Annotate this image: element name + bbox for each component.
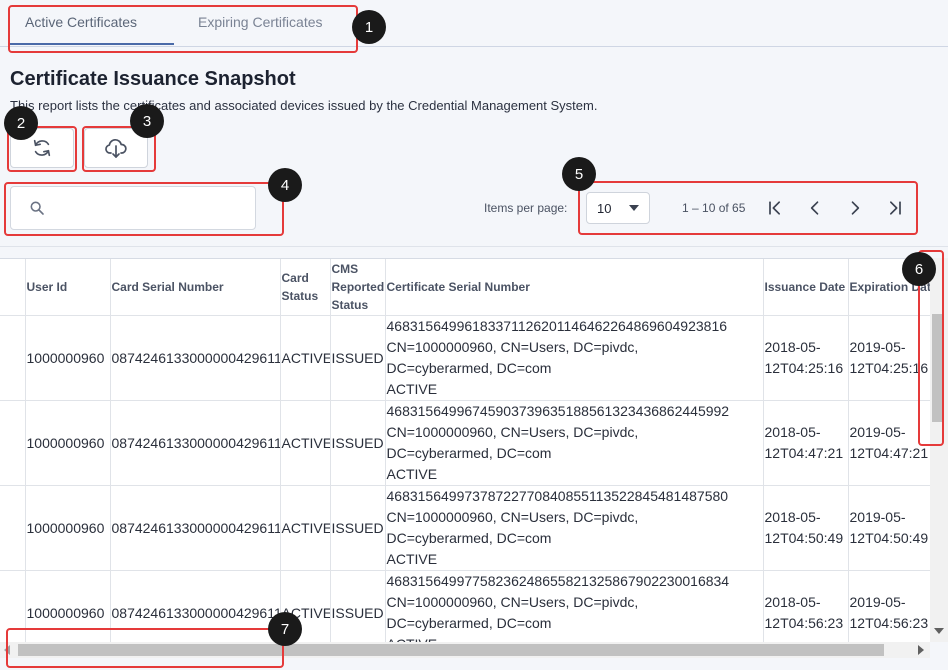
callout-badge-6: 6 bbox=[902, 252, 936, 286]
column-header-issuance-date[interactable]: Issuance Date bbox=[763, 259, 849, 316]
row-spacer bbox=[0, 315, 26, 401]
cert-serial-number: 4683156499674590373963518856132343686244… bbox=[386, 403, 730, 419]
issuance-date-line1: 2018-05- bbox=[764, 509, 821, 525]
divider bbox=[0, 246, 948, 247]
cert-serial-number: 4683156499737872277084085511352284548148… bbox=[386, 488, 729, 504]
callout-badge-2: 2 bbox=[4, 106, 38, 140]
row-spacer bbox=[0, 259, 26, 316]
table-row[interactable]: 1000000960 0874246133000000429611 ACTIVE… bbox=[0, 315, 930, 401]
expiration-date-line2: 12T04:47:21 bbox=[849, 445, 929, 461]
cert-subject: CN=1000000960, CN=Users, DC=pivdc, bbox=[386, 424, 639, 440]
cell-issuance-date: 2018-05- 12T04:56:23 bbox=[763, 570, 849, 643]
cert-subject-line2: DC=cyberarmed, DC=com bbox=[386, 530, 552, 546]
callout-box-4 bbox=[4, 182, 284, 236]
row-spacer bbox=[0, 485, 26, 571]
issuance-date-line2: 12T04:25:16 bbox=[764, 360, 844, 376]
callout-box-7 bbox=[6, 628, 284, 668]
column-header-card-serial[interactable]: Card Serial Number bbox=[110, 259, 281, 316]
expiration-date-line2: 12T04:56:23 bbox=[849, 615, 929, 631]
cert-subject: CN=1000000960, CN=Users, DC=pivdc, bbox=[386, 509, 639, 525]
cell-card-serial: 0874246133000000429611 bbox=[110, 315, 281, 401]
cert-serial-number: 4683156499775823624865582132586790223001… bbox=[386, 573, 730, 589]
callout-badge-7: 7 bbox=[268, 612, 302, 646]
cert-subject-line2: DC=cyberarmed, DC=com bbox=[386, 615, 552, 631]
callout-badge-4: 4 bbox=[268, 168, 302, 202]
cell-card-status: ACTIVE bbox=[280, 485, 331, 571]
issuance-date-line2: 12T04:56:23 bbox=[764, 615, 844, 631]
certificate-table-container: User Id Card Serial Number Card Status C… bbox=[0, 258, 930, 643]
certificate-table: User Id Card Serial Number Card Status C… bbox=[0, 259, 930, 643]
cell-cms-status: ISSUED bbox=[330, 485, 386, 571]
callout-box-1 bbox=[8, 5, 358, 53]
page-title: Certificate Issuance Snapshot bbox=[10, 68, 296, 90]
issuance-date-line1: 2018-05- bbox=[764, 424, 821, 440]
scroll-down-arrow-icon[interactable] bbox=[934, 628, 944, 634]
cell-cms-status: ISSUED bbox=[330, 570, 386, 643]
callout-badge-1: 1 bbox=[352, 10, 386, 44]
cell-card-status: ACTIVE bbox=[280, 400, 331, 486]
expiration-date-line1: 2019-05- bbox=[849, 509, 906, 525]
cert-subject-line2: DC=cyberarmed, DC=com bbox=[386, 360, 552, 376]
cell-user-id: 1000000960 bbox=[25, 315, 111, 401]
cell-issuance-date: 2018-05- 12T04:25:16 bbox=[763, 315, 849, 401]
expiration-date-line2: 12T04:50:49 bbox=[849, 530, 929, 546]
expiration-date-line1: 2019-05- bbox=[849, 594, 906, 610]
cell-user-id: 1000000960 bbox=[25, 400, 111, 486]
cell-user-id: 1000000960 bbox=[25, 485, 111, 571]
cell-cms-status: ISSUED bbox=[330, 400, 386, 486]
issuance-date-line2: 12T04:50:49 bbox=[764, 530, 844, 546]
cell-cert-serial: 4683156499618337112620114646226486960492… bbox=[385, 315, 764, 401]
callout-badge-3: 3 bbox=[130, 104, 164, 138]
column-header-cert-serial[interactable]: Certificate Serial Number bbox=[385, 259, 764, 316]
issuance-date-line1: 2018-05- bbox=[764, 594, 821, 610]
callout-box-5 bbox=[578, 181, 918, 235]
table-row[interactable]: 1000000960 0874246133000000429611 ACTIVE… bbox=[0, 400, 930, 486]
cell-cert-serial: 4683156499737872277084085511352284548148… bbox=[385, 485, 764, 571]
items-per-page-label: Items per page: bbox=[484, 201, 568, 215]
row-spacer bbox=[0, 400, 26, 486]
scroll-right-arrow-icon[interactable] bbox=[918, 645, 924, 655]
cert-subject: CN=1000000960, CN=Users, DC=pivdc, bbox=[386, 339, 639, 355]
issuance-date-line2: 12T04:47:21 bbox=[764, 445, 844, 461]
cert-serial-number: 4683156499618337112620114646226486960492… bbox=[386, 318, 728, 334]
cert-subject-line2: DC=cyberarmed, DC=com bbox=[386, 445, 552, 461]
column-header-user-id[interactable]: User Id bbox=[25, 259, 111, 316]
cell-card-status: ACTIVE bbox=[280, 315, 331, 401]
cert-state: ACTIVE bbox=[386, 551, 438, 567]
column-header-cms-status[interactable]: CMS Reported Status bbox=[330, 259, 386, 316]
cell-card-serial: 0874246133000000429611 bbox=[110, 485, 281, 571]
cell-issuance-date: 2018-05- 12T04:50:49 bbox=[763, 485, 849, 571]
cell-cert-serial: 4683156499775823624865582132586790223001… bbox=[385, 570, 764, 643]
cell-card-serial: 0874246133000000429611 bbox=[110, 400, 281, 486]
issuance-date-line1: 2018-05- bbox=[764, 339, 821, 355]
cell-cms-status: ISSUED bbox=[330, 315, 386, 401]
page-description: This report lists the certificates and a… bbox=[10, 98, 598, 113]
column-header-card-status[interactable]: Card Status bbox=[280, 259, 331, 316]
table-header-row: User Id Card Serial Number Card Status C… bbox=[0, 259, 930, 316]
table-row[interactable]: 1000000960 0874246133000000429611 ACTIVE… bbox=[0, 485, 930, 571]
cell-issuance-date: 2018-05- 12T04:47:21 bbox=[763, 400, 849, 486]
cell-cert-serial: 4683156499674590373963518856132343686244… bbox=[385, 400, 764, 486]
callout-badge-5: 5 bbox=[562, 157, 596, 191]
cert-state: ACTIVE bbox=[386, 381, 438, 397]
cell-expiration-date: 2019-05- 12T04:50:49 bbox=[848, 485, 930, 571]
cert-state: ACTIVE bbox=[386, 466, 438, 482]
cell-expiration-date: 2019-05- 12T04:56:23 bbox=[848, 570, 930, 643]
cert-subject: CN=1000000960, CN=Users, DC=pivdc, bbox=[386, 594, 639, 610]
